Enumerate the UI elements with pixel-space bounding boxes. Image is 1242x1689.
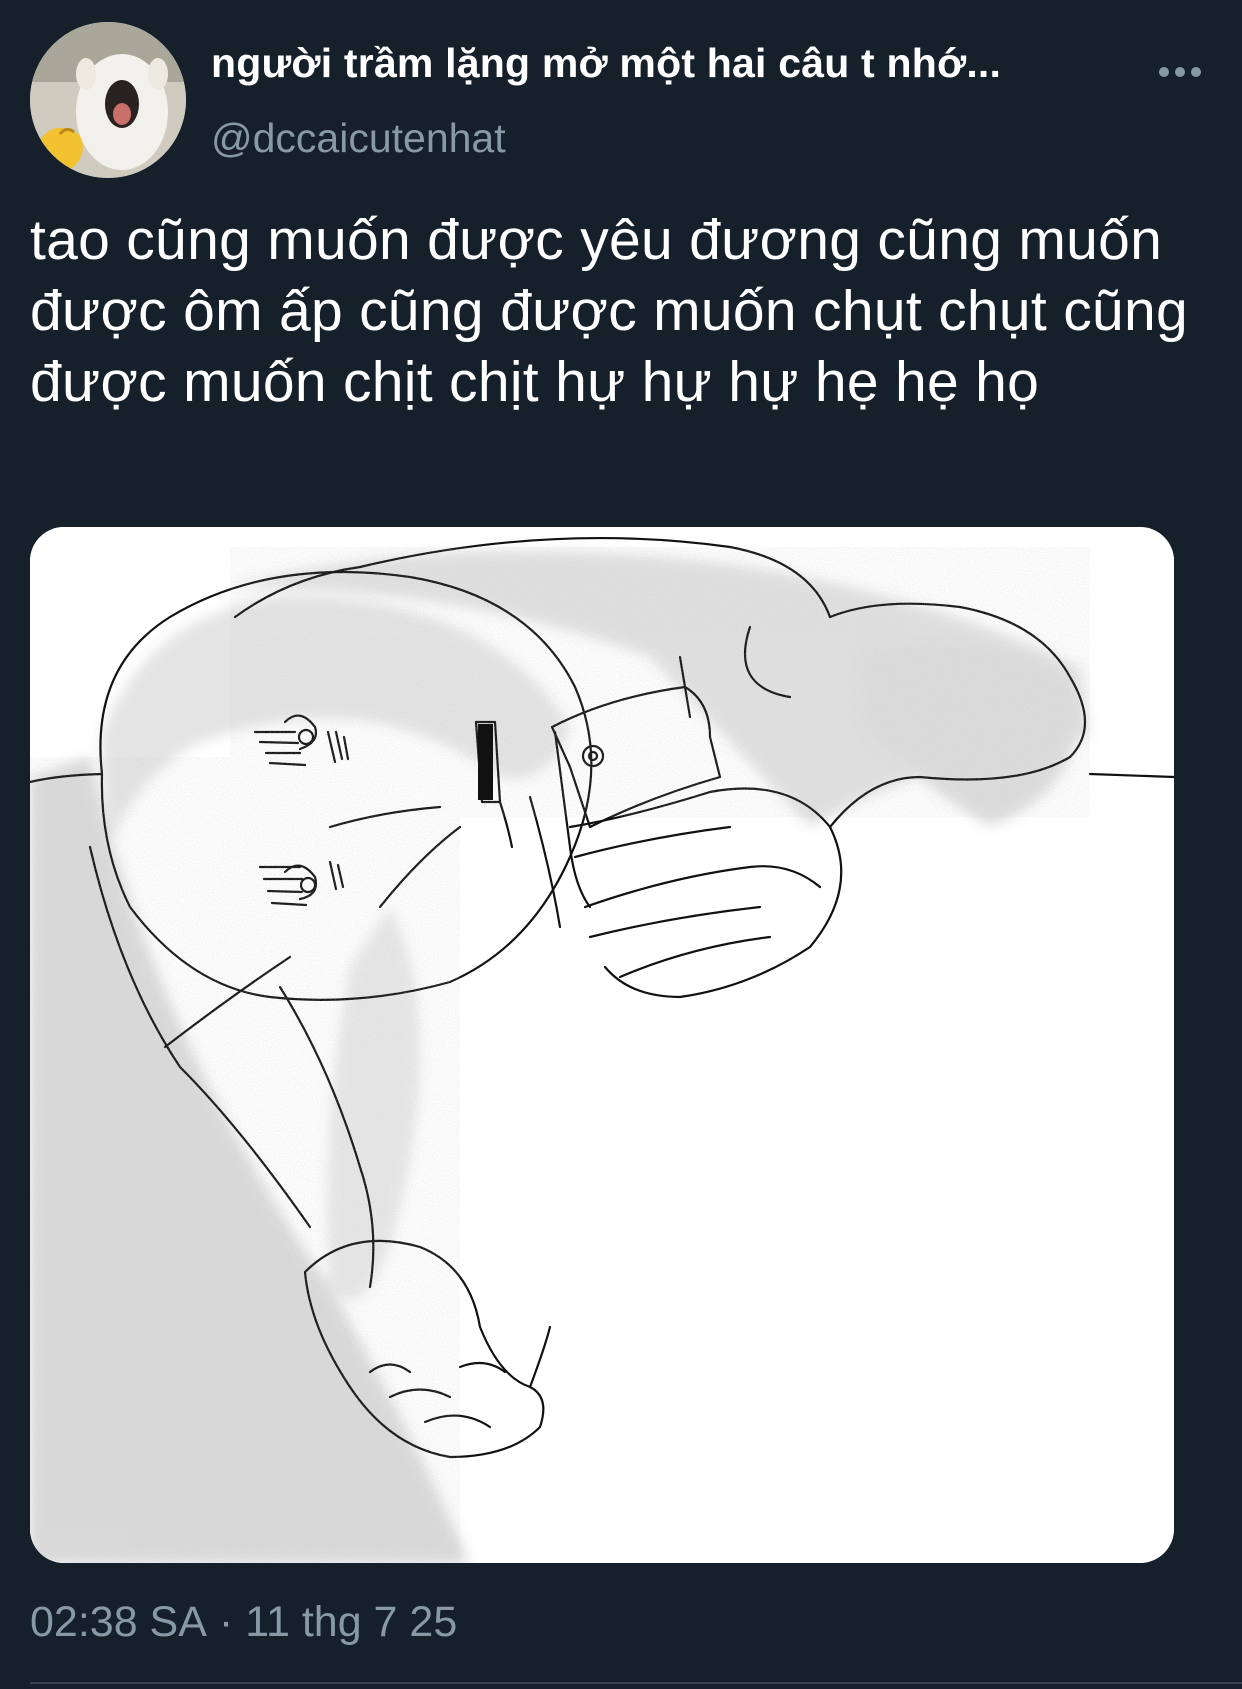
- tweet-text: tao cũng muốn được yêu đương cũng muốn đ…: [30, 208, 1189, 414]
- user-handle[interactable]: @dccaicutenhat: [211, 115, 506, 162]
- timestamp-date: 11 thg 7 25: [245, 1598, 458, 1646]
- avatar-image: [30, 22, 186, 178]
- tweet: người trầm lặng mở một hai câu t nhớ... …: [0, 0, 1242, 1689]
- display-name[interactable]: người trầm lặng mở một hai câu t nhớ...: [211, 40, 1001, 87]
- timestamp-time: 02:38 SA: [30, 1598, 207, 1646]
- avatar[interactable]: [30, 22, 186, 178]
- divider: [30, 1682, 1242, 1684]
- timestamp-separator: ·: [218, 1598, 234, 1646]
- tweet-timestamp[interactable]: 02:38 SA · 11 thg 7 25: [30, 1598, 457, 1647]
- more-horizontal-icon: [1159, 67, 1201, 77]
- drawing-illustration: [30, 527, 1174, 1563]
- more-options-button[interactable]: [1155, 52, 1205, 92]
- tweet-media-image[interactable]: [30, 527, 1174, 1563]
